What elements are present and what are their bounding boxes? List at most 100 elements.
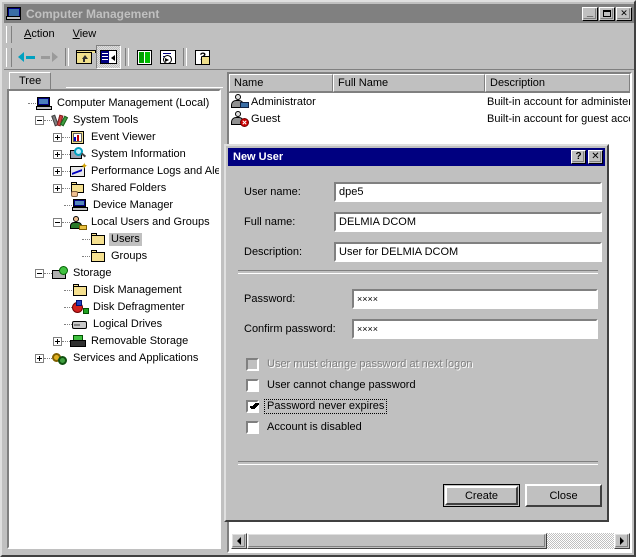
- tree-node-performance-logs-and-alerts[interactable]: ✦Performance Logs and Alerts: [13, 163, 219, 180]
- list-row[interactable]: Administrator Built-in account for admini…: [229, 93, 630, 110]
- tree-expander[interactable]: [35, 116, 44, 125]
- menu-grip[interactable]: [6, 26, 12, 43]
- tree-node-label: Disk Management: [91, 284, 184, 297]
- user-admin-icon: [231, 94, 249, 109]
- description-input[interactable]: User for DELMIA DCOM: [334, 242, 602, 262]
- back-arrow-icon: [18, 52, 35, 63]
- tree-node-groups[interactable]: Groups: [13, 248, 219, 265]
- user-name-label: User name:: [244, 186, 334, 198]
- close-button[interactable]: ✕: [616, 7, 632, 21]
- tree-node-system-tools[interactable]: System Tools: [13, 112, 219, 129]
- confirm-password-label: Confirm password:: [244, 323, 352, 335]
- checkbox-box[interactable]: [246, 421, 259, 434]
- tree-node-disk-defragmenter[interactable]: Disk Defragmenter: [13, 299, 219, 316]
- horizontal-scrollbar[interactable]: [231, 533, 630, 549]
- checkbox-label: Account is disabled: [265, 421, 364, 434]
- tree-expander[interactable]: [53, 184, 62, 193]
- tree-expander[interactable]: [35, 269, 44, 278]
- tree-expander[interactable]: [53, 337, 62, 346]
- services-icon: [52, 351, 69, 366]
- toolbar-grip[interactable]: [6, 48, 12, 67]
- tree-node-local-users-and-groups[interactable]: Local Users and Groups: [13, 214, 219, 231]
- dialog-help-button[interactable]: ?: [571, 150, 586, 164]
- tree-pane-icon: [100, 50, 117, 64]
- tree-node-users[interactable]: Users: [13, 231, 219, 248]
- tab-tree[interactable]: Tree: [9, 72, 51, 90]
- tree-node-removable-storage[interactable]: Removable Storage: [13, 333, 219, 350]
- device-manager-icon: [72, 198, 89, 213]
- disk-defragmenter-icon: [72, 300, 89, 315]
- menu-view-label: iew: [80, 28, 97, 40]
- tree-node-label: System Tools: [71, 114, 140, 127]
- column-header-name[interactable]: Name: [229, 74, 333, 92]
- checkbox-user-cannot-change-password[interactable]: User cannot change password: [246, 378, 418, 393]
- scrollbar-thumb[interactable]: [247, 533, 547, 549]
- tree-node-disk-management[interactable]: Disk Management: [13, 282, 219, 299]
- create-button[interactable]: Create: [443, 484, 520, 507]
- password-input[interactable]: ××××: [352, 289, 598, 309]
- confirm-password-input[interactable]: ××××: [352, 319, 598, 339]
- tree-expander[interactable]: [53, 167, 62, 176]
- user-disabled-icon: [231, 111, 249, 126]
- tree-node-computer-management-local[interactable]: Computer Management (Local): [13, 95, 219, 112]
- tree-node-device-manager[interactable]: Device Manager: [13, 197, 219, 214]
- tree-node-logical-drives[interactable]: Logical Drives: [13, 316, 219, 333]
- refresh-button[interactable]: [133, 46, 156, 68]
- close-icon: ✕: [589, 151, 602, 163]
- show-hide-tree-button[interactable]: [96, 45, 121, 69]
- tree-node-label: Storage: [71, 267, 114, 280]
- cell-name: Guest: [249, 113, 333, 125]
- tree-node-label: Computer Management (Local): [55, 97, 211, 110]
- toolbar-separator: [65, 48, 69, 66]
- cell-name: Administrator: [249, 96, 333, 108]
- menu-action[interactable]: Action: [15, 26, 64, 42]
- cell-description: Built-in account for administerin: [485, 96, 630, 108]
- tree-expander[interactable]: [53, 218, 62, 227]
- toolbar: ?: [4, 45, 634, 70]
- help-button[interactable]: ?: [191, 46, 214, 68]
- list-view-rows[interactable]: Administrator Built-in account for admini…: [229, 93, 630, 127]
- maximize-button[interactable]: [599, 7, 615, 21]
- minimize-button[interactable]: _: [582, 7, 598, 21]
- tree-node-label: Groups: [109, 250, 149, 263]
- tree-expander[interactable]: [35, 354, 44, 363]
- checkbox-box[interactable]: [246, 379, 259, 392]
- tree-node-services-and-applications[interactable]: Services and Applications: [13, 350, 219, 367]
- checkbox-account-is-disabled[interactable]: Account is disabled: [246, 420, 364, 435]
- user-name-input[interactable]: dpe5: [334, 182, 602, 202]
- right-arrow-icon: [620, 537, 624, 545]
- dialog-close-button[interactable]: ✕: [588, 150, 603, 164]
- tree-expander[interactable]: [53, 133, 62, 142]
- checkbox-box[interactable]: [246, 400, 259, 413]
- tree-node-label: Shared Folders: [89, 182, 168, 195]
- description-label: Description:: [244, 246, 334, 258]
- tree-pane: Tree Computer Management (Local) System T…: [5, 70, 223, 555]
- tree-view[interactable]: Computer Management (Local) System Tools E…: [7, 89, 221, 549]
- field-full-name-row: Full name: DELMIA DCOM: [244, 212, 602, 232]
- export-list-button[interactable]: [156, 46, 179, 68]
- close-button[interactable]: Close: [525, 484, 602, 507]
- checkbox-box: [246, 358, 259, 371]
- dialog-title-bar: New User ? ✕: [228, 148, 605, 166]
- full-name-input[interactable]: DELMIA DCOM: [334, 212, 602, 232]
- tree-node-event-viewer[interactable]: Event Viewer: [13, 129, 219, 146]
- column-header-description[interactable]: Description: [485, 74, 630, 92]
- checkbox-user-must-change-password-at-next-logon: User must change password at next logon: [246, 357, 474, 372]
- scroll-left-button[interactable]: [231, 533, 247, 549]
- tree-node-storage[interactable]: Storage: [13, 265, 219, 282]
- full-name-label: Full name:: [244, 216, 334, 228]
- tree-node-system-information[interactable]: System Information: [13, 146, 219, 163]
- tree-node-shared-folders[interactable]: Shared Folders: [13, 180, 219, 197]
- checkbox-password-never-expires[interactable]: Password never expires: [246, 399, 386, 414]
- scroll-right-button[interactable]: [614, 533, 630, 549]
- up-one-level-button[interactable]: [73, 46, 96, 68]
- list-row[interactable]: GuestBuilt-in account for guest acces: [229, 110, 630, 127]
- dialog-title: New User: [233, 151, 283, 163]
- column-header-full-name[interactable]: Full Name: [333, 74, 485, 92]
- tree-expander[interactable]: [53, 150, 62, 159]
- back-button[interactable]: [15, 46, 38, 68]
- menu-view[interactable]: View: [64, 26, 106, 42]
- storage-icon: [52, 266, 69, 281]
- minimize-icon: _: [583, 8, 597, 20]
- menu-bar: Action View: [4, 23, 634, 45]
